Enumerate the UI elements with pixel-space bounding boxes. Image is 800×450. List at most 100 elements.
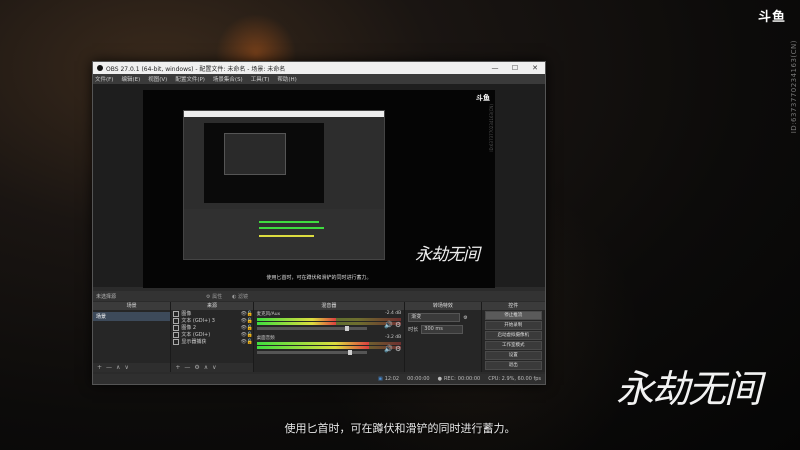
- menu-file[interactable]: 文件(F): [95, 75, 113, 83]
- preview-canvas[interactable]: 斗鱼 ID:6373770234163(CN) 永劫无间 使用匕首时，可在蹲伏和…: [143, 90, 495, 288]
- volume-slider[interactable]: [256, 326, 367, 331]
- controls-dock: 控件 停止推流 开始录制 启动虚拟摄像机 工作室模式 设置 退出: [481, 302, 546, 372]
- rec-label: REC:: [443, 376, 456, 382]
- move-source-up-button[interactable]: ∧: [204, 364, 208, 371]
- move-scene-down-button[interactable]: ∨: [124, 364, 128, 371]
- mixer-track: 桌面音频 -3.2 dB 🔊 ⚙: [254, 334, 405, 358]
- source-item[interactable]: 文本 (GDI+) 👁 🔓: [171, 331, 253, 338]
- dock-panels: 场景 场景 + — ∧ ∨ 来源 图像 👁 🔓 文本 (GDI+) 3 👁 🔓 图像 2…: [93, 302, 546, 372]
- transitions-dock: 转场特效 渐变 ⚙ 时长 300 ms: [405, 302, 482, 372]
- transition-select[interactable]: 渐变: [408, 313, 461, 322]
- scenes-footer: + — ∧ ∨: [93, 363, 171, 372]
- menu-view[interactable]: 视图(V): [148, 75, 167, 83]
- meter-level: [256, 322, 337, 325]
- volume-knob[interactable]: [344, 326, 349, 331]
- track-db: -2.4 dB: [385, 311, 402, 316]
- duration-input[interactable]: 300 ms: [421, 325, 464, 334]
- studio-mode-button[interactable]: 工作室模式: [484, 341, 543, 350]
- mixer-header: 混音器: [253, 302, 405, 310]
- minimize-button[interactable]: —: [485, 64, 505, 72]
- preview-room-id: ID:6373770234163(CN): [489, 104, 494, 152]
- game-logo-calligraphy: 永劫无间: [615, 367, 762, 411]
- lock-icon[interactable]: 🔓: [247, 332, 253, 338]
- track-db: -3.2 dB: [385, 335, 402, 340]
- preview-logo: 斗鱼: [476, 94, 490, 102]
- obs-window: OBS 27.0.1 (64-bit, windows) - 配置文件: 未命名…: [92, 61, 546, 385]
- add-source-button[interactable]: +: [175, 364, 180, 371]
- platform-logo: 斗鱼: [757, 10, 786, 25]
- transition-type-row: 渐变 ⚙: [405, 310, 480, 322]
- settings-button[interactable]: 设置: [484, 351, 543, 360]
- source-settings-button[interactable]: ⚙: [194, 364, 199, 371]
- mixer-track: 麦克风/Aux -2.4 dB 🔊 ⚙: [254, 310, 405, 334]
- stop-streaming-button[interactable]: 停止推流: [484, 311, 543, 320]
- move-scene-up-button[interactable]: ∧: [116, 364, 120, 371]
- menu-profile[interactable]: 配置文件(P): [175, 75, 205, 83]
- volume-knob[interactable]: [348, 350, 353, 355]
- room-id: ID:6373770234163(CN): [790, 40, 798, 134]
- volume-meter: [256, 346, 402, 349]
- text-source-icon: [173, 317, 180, 324]
- nested-meter: [259, 227, 324, 229]
- exit-button[interactable]: 退出: [484, 361, 543, 370]
- remove-source-button[interactable]: —: [184, 364, 190, 371]
- lock-icon[interactable]: 🔓: [247, 325, 253, 331]
- move-source-down-button[interactable]: ∨: [212, 364, 216, 371]
- track-name: 桌面音频: [256, 336, 275, 341]
- volume-meter: [256, 318, 402, 321]
- add-scene-button[interactable]: +: [97, 364, 102, 371]
- remove-scene-button[interactable]: —: [106, 364, 112, 371]
- sources-dock: 来源 图像 👁 🔓 文本 (GDI+) 3 👁 🔓 图像 2 👁 🔓 文本 (GDI+) 👁 🔓…: [171, 302, 254, 372]
- no-source-selected: 未选择源: [96, 293, 117, 300]
- source-item[interactable]: 显示器捕获 👁 🔓: [171, 338, 253, 345]
- volume-meter: [256, 342, 402, 345]
- nested-obs-capture: [183, 110, 385, 260]
- close-button[interactable]: ✕: [525, 64, 545, 72]
- gear-icon[interactable]: ⚙: [463, 315, 467, 321]
- scene-item[interactable]: 场景: [93, 312, 171, 321]
- source-item[interactable]: 图像 2 👁 🔓: [171, 324, 253, 331]
- source-item[interactable]: 文本 (GDI+) 3 👁 🔓: [171, 317, 253, 324]
- rec-icon: ●: [437, 376, 442, 382]
- rec-timer: 00:00:00: [457, 376, 481, 382]
- menu-edit[interactable]: 编辑(E): [121, 75, 140, 83]
- cpu-fps: CPU: 2.9%, 60.00 fps: [488, 376, 541, 382]
- speaker-settings-icons[interactable]: 🔊 ⚙: [384, 321, 401, 329]
- obs-icon: [97, 65, 103, 71]
- source-toolbar: 未选择源 ⚙ 属性 ◐ 滤镜: [93, 291, 545, 301]
- maximize-button[interactable]: ☐: [505, 64, 525, 72]
- image-source-icon: [173, 324, 180, 331]
- lock-icon[interactable]: 🔓: [247, 339, 253, 345]
- start-recording-button[interactable]: 开始录制: [484, 321, 543, 330]
- nested-inner-window: [224, 133, 286, 175]
- filters-button[interactable]: ◐ 滤镜: [232, 293, 248, 300]
- live-icon: ▣: [377, 376, 383, 382]
- menu-tools[interactable]: 工具(T): [251, 75, 270, 83]
- scenes-dock: 场景 场景 + — ∧ ∨: [93, 302, 172, 372]
- title-bar[interactable]: OBS 27.0.1 (64-bit, windows) - 配置文件: 未命名…: [93, 62, 545, 74]
- volume-slider[interactable]: [256, 350, 367, 355]
- start-virtual-camera-button[interactable]: 启动虚拟摄像机: [484, 331, 543, 340]
- transitions-header: 转场特效: [405, 302, 481, 310]
- transition-duration-row: 时长 300 ms: [405, 322, 480, 334]
- meter-level: [256, 318, 337, 321]
- window-title: OBS 27.0.1 (64-bit, windows) - 配置文件: 未命名…: [106, 65, 286, 73]
- nested-docks: [184, 209, 384, 259]
- speaker-settings-icons[interactable]: 🔊 ⚙: [384, 345, 401, 353]
- nested-meter: [259, 221, 319, 223]
- nested-title-bar: [184, 111, 384, 117]
- sources-header: 来源: [171, 302, 253, 310]
- preview-subtitle: 使用匕首时，可在蹲伏和滑铲的同时进行蓄力。: [266, 275, 372, 281]
- lock-icon[interactable]: 🔓: [247, 318, 253, 324]
- track-name: 麦克风/Aux: [256, 312, 281, 317]
- properties-button[interactable]: ⚙ 属性: [206, 293, 222, 300]
- stream-timer: 00:00:00: [407, 376, 430, 382]
- monitor-source-icon: [173, 338, 180, 345]
- menu-scene-collection[interactable]: 场景集合(S): [213, 75, 243, 83]
- menu-help[interactable]: 帮助(H): [277, 75, 296, 83]
- mixer-dock: 混音器 麦克风/Aux -2.4 dB 🔊 ⚙ 桌面音频 -3.2 dB 🔊 ⚙: [253, 302, 406, 372]
- image-source-icon: [173, 310, 180, 317]
- source-item[interactable]: 图像 👁 🔓: [171, 310, 253, 317]
- nested-meter: [259, 235, 314, 237]
- lock-icon[interactable]: 🔓: [247, 311, 253, 317]
